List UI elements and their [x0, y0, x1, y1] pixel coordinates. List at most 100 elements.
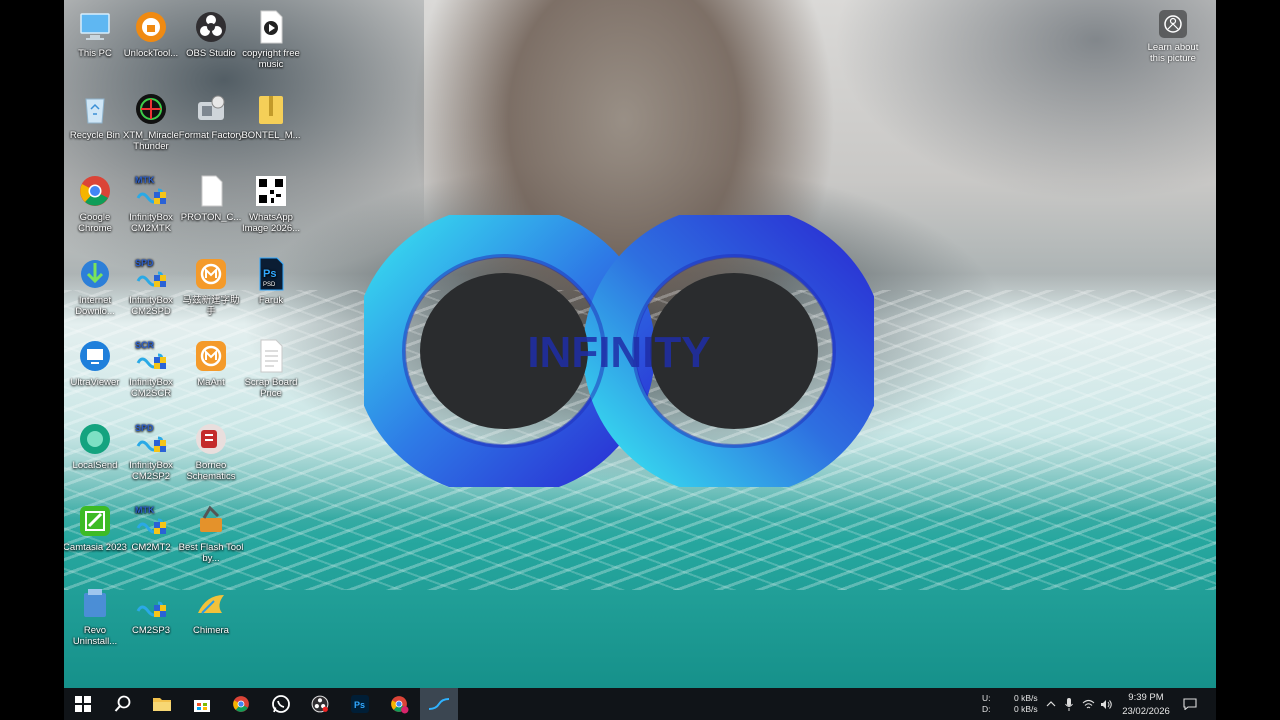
desktop-icon[interactable]: UnlockTool...	[118, 8, 184, 59]
ultraviewer-icon	[76, 337, 114, 375]
svg-text:SPD: SPD	[135, 258, 154, 268]
chimera-icon	[192, 585, 230, 623]
chrome-icon[interactable]	[222, 688, 260, 720]
desktop-icon-label: Scrap Board Price	[244, 377, 298, 399]
store-icon[interactable]	[183, 688, 221, 720]
computer-icon	[76, 8, 114, 46]
svg-text:PSD: PSD	[263, 282, 276, 288]
zip-folder-icon	[252, 90, 290, 128]
clock-date: 23/02/2026	[1122, 706, 1170, 717]
desktop-icon-label: 马兹新建字助手	[182, 295, 240, 317]
infinitybox-icon	[132, 585, 170, 623]
photoshop-file-icon: Ps PSD	[252, 255, 290, 293]
desktop-icon-label: InfinityBox CM2SP2	[129, 460, 173, 482]
learn-about-label: Learn about this picture	[1147, 42, 1199, 64]
desktop-icon-label: OBS Studio	[186, 48, 236, 59]
obs-icon[interactable]	[301, 688, 339, 720]
desktop[interactable]: INFINITY This PC Recycle Bin Google Chrome…	[64, 0, 1216, 720]
desktop-icon[interactable]: copyright free music	[238, 8, 304, 70]
desktop-icon-label: BONTEL_M...	[241, 130, 301, 141]
desktop-icon[interactable]: MaAnt	[178, 337, 244, 388]
wifi-icon[interactable]	[1079, 688, 1097, 720]
svg-text:Ps: Ps	[354, 700, 365, 710]
microphone-icon[interactable]	[1060, 688, 1078, 720]
svg-text:MTK: MTK	[135, 505, 155, 515]
desktop-icon[interactable]: PROTON_C...	[178, 172, 244, 223]
desktop-icon[interactable]: WhatsApp Image 2026...	[238, 172, 304, 234]
clock-time: 9:39 PM	[1128, 692, 1164, 703]
qr-image-icon	[252, 172, 290, 210]
desktop-icon[interactable]: CM2SP3	[118, 585, 184, 636]
desktop-icon[interactable]: SPD InfinityBox CM2SPD	[118, 255, 184, 317]
chrome-icon	[76, 172, 114, 210]
miracle-thunder-icon	[132, 90, 170, 128]
desktop-icon-label: Best Flash Tool by...	[178, 542, 244, 564]
start-icon[interactable]	[64, 688, 102, 720]
desktop-icon[interactable]: Best Flash Tool by...	[178, 502, 244, 564]
desktop-icon[interactable]: SPD InfinityBox CM2SP2	[118, 420, 184, 482]
idm-icon	[76, 255, 114, 293]
svg-text:SPD: SPD	[135, 423, 154, 433]
infinitybox-icon: MTK	[132, 502, 170, 540]
desktop-icon-label: CM2MT2	[131, 542, 171, 553]
desktop-icon-label: WhatsApp Image 2026...	[241, 212, 301, 234]
desktop-icon-label: PROTON_C...	[180, 212, 242, 223]
camtasia-icon	[76, 502, 114, 540]
infinitybox-icon: MTK	[132, 172, 170, 210]
desktop-icon[interactable]: Ps PSD Faruk	[238, 255, 304, 306]
infinitybox-icon: SPD	[132, 255, 170, 293]
maant-icon	[192, 255, 230, 293]
desktop-icon-label: Borneo Schematics	[186, 460, 236, 482]
desktop-icon[interactable]: OBS Studio	[178, 8, 244, 59]
net-up-value: 0 kB/s	[1014, 693, 1038, 703]
revo-icon	[76, 585, 114, 623]
desktop-icon-label: copyright free music	[242, 48, 300, 70]
desktop-icon[interactable]: 马兹新建字助手	[178, 255, 244, 317]
chrome-profile-icon[interactable]	[380, 688, 418, 720]
volume-icon[interactable]	[1097, 688, 1115, 720]
localsend-icon	[76, 420, 114, 458]
desktop-icon-label: Format Factory	[178, 130, 244, 141]
camtasia-icon[interactable]	[419, 688, 458, 720]
desktop-icon-label: InfinityBox CM2MTK	[129, 212, 173, 234]
unlocktool-icon	[132, 8, 170, 46]
chevron-up-icon[interactable]	[1042, 688, 1060, 720]
obs-icon	[192, 8, 230, 46]
desktop-icon-label: InfinityBox CM2SPD	[129, 295, 173, 317]
infinitybox-icon: SCR	[132, 337, 170, 375]
svg-text:MTK: MTK	[135, 175, 155, 185]
recycle-bin-icon	[76, 90, 114, 128]
desktop-icon[interactable]: MTK CM2MT2	[118, 502, 184, 553]
desktop-icon-label: Chimera	[193, 625, 229, 636]
infinity-logo-text: INFINITY	[527, 328, 710, 377]
format-factory-icon	[192, 90, 230, 128]
net-down-value: 0 kB/s	[1014, 704, 1038, 714]
file-icon	[192, 172, 230, 210]
desktop-icon[interactable]: SCR InfinityBox CM2SCR	[118, 337, 184, 399]
svg-text:SCR: SCR	[135, 340, 155, 350]
desktop-icon[interactable]: MTK InfinityBox CM2MTK	[118, 172, 184, 234]
desktop-icon-label: XTM_Miracle Thunder	[123, 130, 179, 152]
desktop-icon[interactable]: Format Factory	[178, 90, 244, 141]
search-icon[interactable]	[104, 688, 142, 720]
camera-icon	[1159, 10, 1187, 38]
desktop-icon-label: UnlockTool...	[123, 48, 179, 59]
whatsapp-icon[interactable]	[262, 688, 300, 720]
text-file-icon	[252, 337, 290, 375]
learn-about-picture[interactable]: Learn about this picture	[1144, 10, 1202, 64]
photoshop-icon[interactable]: Ps	[341, 688, 379, 720]
desktop-icon[interactable]: BONTEL_M...	[238, 90, 304, 141]
video-file-icon	[252, 8, 290, 46]
desktop-icon[interactable]: Borneo Schematics	[178, 420, 244, 482]
maant-icon	[192, 337, 230, 375]
notification-icon[interactable]	[1176, 688, 1204, 720]
desktop-icon[interactable]: Scrap Board Price	[238, 337, 304, 399]
desktop-icon-label: InfinityBox CM2SCR	[129, 377, 173, 399]
file-explorer-icon[interactable]	[143, 688, 181, 720]
clock[interactable]: 9:39 PM 23/02/2026	[1116, 688, 1176, 720]
infinitybox-icon: SPD	[132, 420, 170, 458]
taskbar: Ps U: D: 0 kB/s 0 kB/s 9:39 PM 23/02/202…	[64, 688, 1216, 720]
desktop-icon[interactable]: XTM_Miracle Thunder	[118, 90, 184, 152]
desktop-icon[interactable]: Chimera	[178, 585, 244, 636]
svg-text:Ps: Ps	[263, 268, 276, 280]
